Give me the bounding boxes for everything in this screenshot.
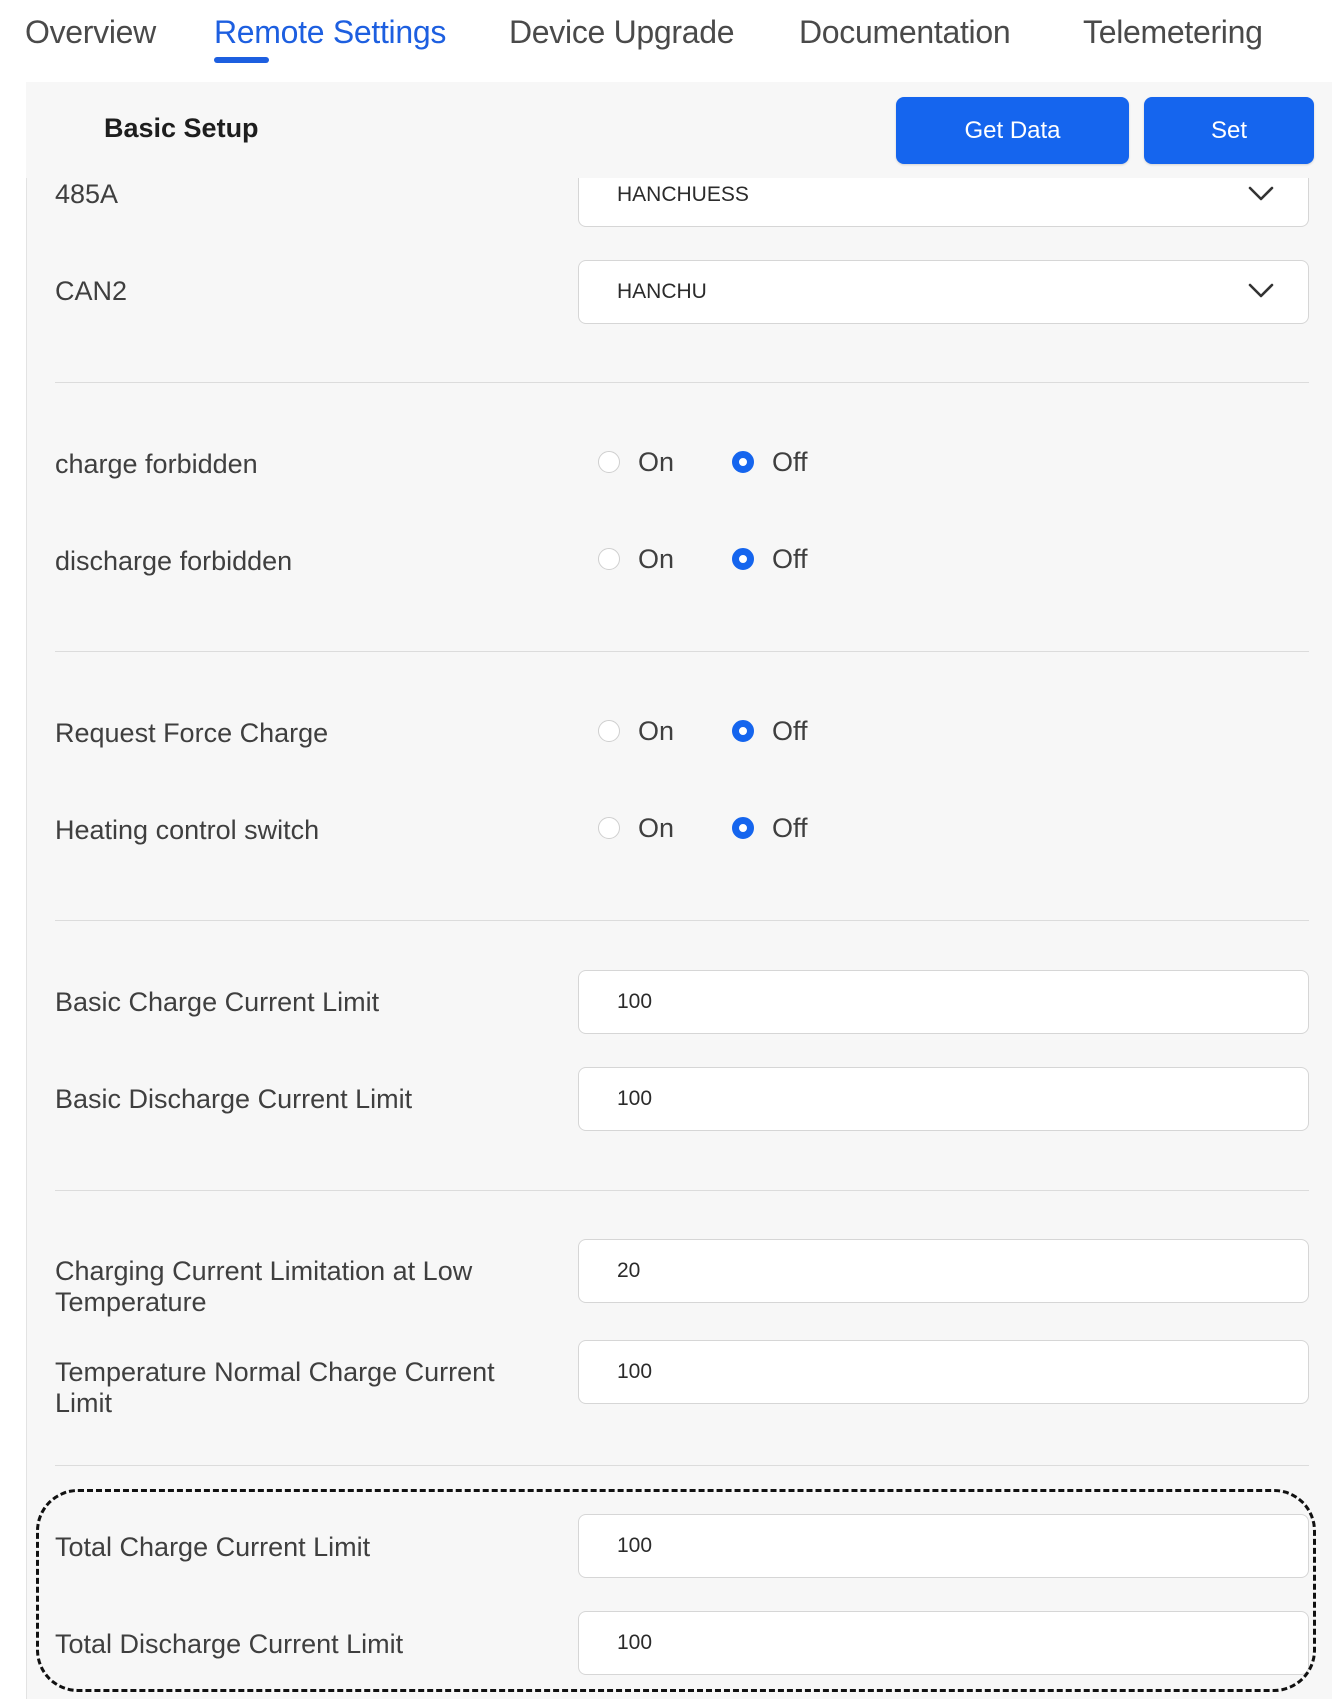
radio-label-on: On <box>638 447 675 477</box>
select-can2[interactable]: HANCHU <box>578 260 1309 324</box>
radio-charge-forbidden-on[interactable] <box>598 451 620 473</box>
field-label-485a: 485A <box>55 179 119 209</box>
field-label-total-discharge-current-limit: Total Discharge Current Limit <box>55 1629 404 1659</box>
set-button[interactable]: Set <box>1144 97 1314 164</box>
radio-discharge-forbidden-on[interactable] <box>598 548 620 570</box>
input-value: 20 <box>617 1259 641 1282</box>
field-label-heating-control-switch: Heating control switch <box>55 815 320 845</box>
radio-heating-control-off[interactable] <box>732 817 754 839</box>
radio-label-off: Off <box>772 716 808 746</box>
radio-request-force-charge-off[interactable] <box>732 720 754 742</box>
input-value: 100 <box>617 1534 653 1557</box>
tab-telemetering[interactable]: Telemetering <box>1083 14 1263 51</box>
radio-label-off: Off <box>772 544 808 574</box>
radio-label-off: Off <box>772 447 808 477</box>
radio-heating-control-on[interactable] <box>598 817 620 839</box>
tab-bar: Overview Remote Settings Device Upgrade … <box>0 0 1332 82</box>
section-divider <box>55 651 1309 652</box>
field-label-normal-temp-charge-limit: Temperature Normal Charge Current Limit <box>55 1357 495 1418</box>
get-data-button[interactable]: Get Data <box>896 97 1129 164</box>
radio-discharge-forbidden-off[interactable] <box>732 548 754 570</box>
field-label-basic-charge-current-limit: Basic Charge Current Limit <box>55 987 380 1017</box>
tab-remote-settings[interactable]: Remote Settings <box>214 14 446 51</box>
field-label-charge-forbidden: charge forbidden <box>55 449 258 479</box>
radio-label-on: On <box>638 716 675 746</box>
select-value: HANCHU <box>617 280 707 303</box>
section-divider <box>55 1465 1309 1466</box>
field-label-total-charge-current-limit: Total Charge Current Limit <box>55 1532 371 1562</box>
radio-label-off: Off <box>772 813 808 843</box>
radio-charge-forbidden-off[interactable] <box>732 451 754 473</box>
total-charge-current-limit-input[interactable]: 100 <box>578 1514 1309 1578</box>
tab-documentation[interactable]: Documentation <box>799 14 1011 51</box>
input-value: 100 <box>617 1631 653 1654</box>
field-label-basic-discharge-current-limit: Basic Discharge Current Limit <box>55 1084 413 1114</box>
field-label-request-force-charge: Request Force Charge <box>55 718 329 748</box>
chevron-down-icon <box>1248 186 1274 201</box>
radio-label-on: On <box>638 544 675 574</box>
basic-discharge-current-limit-input[interactable]: 100 <box>578 1067 1309 1131</box>
active-tab-indicator <box>214 57 269 63</box>
basic-charge-current-limit-input[interactable]: 100 <box>578 970 1309 1034</box>
input-value: 100 <box>617 1360 653 1383</box>
tab-device-upgrade[interactable]: Device Upgrade <box>509 14 735 51</box>
radio-label-on: On <box>638 813 675 843</box>
input-value: 100 <box>617 1087 653 1110</box>
normal-temp-charge-current-limit-input[interactable]: 100 <box>578 1340 1309 1404</box>
tab-overview[interactable]: Overview <box>25 14 156 51</box>
section-divider <box>55 382 1309 383</box>
settings-panel <box>26 82 1332 1699</box>
panel-title: Basic Setup <box>104 113 259 143</box>
section-divider <box>55 920 1309 921</box>
field-label-low-temp-charge-limit: Charging Current Limitation at Low Tempe… <box>55 1256 473 1317</box>
field-label-discharge-forbidden: discharge forbidden <box>55 546 293 576</box>
total-discharge-current-limit-input[interactable]: 100 <box>578 1611 1309 1675</box>
input-value: 100 <box>617 990 653 1013</box>
chevron-down-icon <box>1248 283 1274 298</box>
low-temp-charge-current-limit-input[interactable]: 20 <box>578 1239 1309 1303</box>
field-label-can2: CAN2 <box>55 276 128 306</box>
section-divider <box>55 1190 1309 1191</box>
radio-request-force-charge-on[interactable] <box>598 720 620 742</box>
